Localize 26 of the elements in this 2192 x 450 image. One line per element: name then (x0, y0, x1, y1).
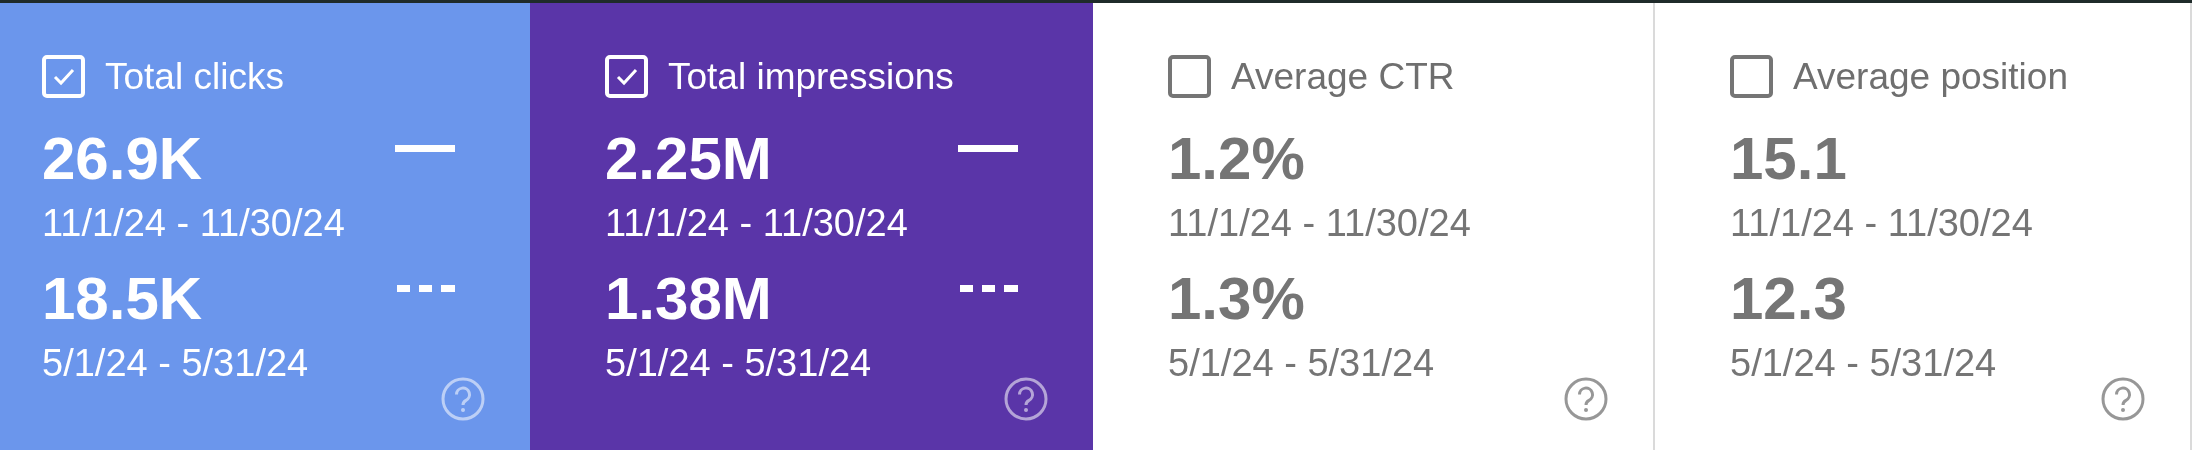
metric-label: Total impressions (668, 55, 954, 98)
help-icon[interactable] (2100, 376, 2146, 422)
metric-label: Average position (1793, 55, 2068, 98)
metric-value: 2.25M (605, 126, 772, 192)
date-range: 11/1/24 - 11/30/24 (605, 201, 908, 246)
metric-label: Average CTR (1231, 55, 1455, 98)
checkbox[interactable] (1168, 55, 1211, 98)
date-range: 11/1/24 - 11/30/24 (42, 201, 345, 246)
metric-value: 26.9K (42, 126, 203, 192)
metric-value: 1.3% (1168, 266, 1305, 332)
date-range: 11/1/24 - 11/30/24 (1168, 201, 1471, 246)
help-icon[interactable] (1563, 376, 1609, 422)
metric-value: 1.2% (1168, 126, 1305, 192)
date-range: 5/1/24 - 5/31/24 (42, 341, 309, 386)
metric-value: 1.38M (605, 266, 772, 332)
date-range: 5/1/24 - 5/31/24 (1730, 341, 1997, 386)
checkbox[interactable] (1730, 55, 1773, 98)
date-range: 5/1/24 - 5/31/24 (605, 341, 872, 386)
date-range: 11/1/24 - 11/30/24 (1730, 201, 2033, 246)
metric-value: 12.3 (1730, 266, 1847, 332)
metric-value: 15.1 (1730, 126, 1847, 192)
metric-label: Total clicks (105, 55, 284, 98)
date-range: 5/1/24 - 5/31/24 (1168, 341, 1435, 386)
dashed-line-icon (397, 285, 455, 293)
metric-value: 18.5K (42, 266, 203, 332)
dashed-line-icon (960, 285, 1018, 293)
